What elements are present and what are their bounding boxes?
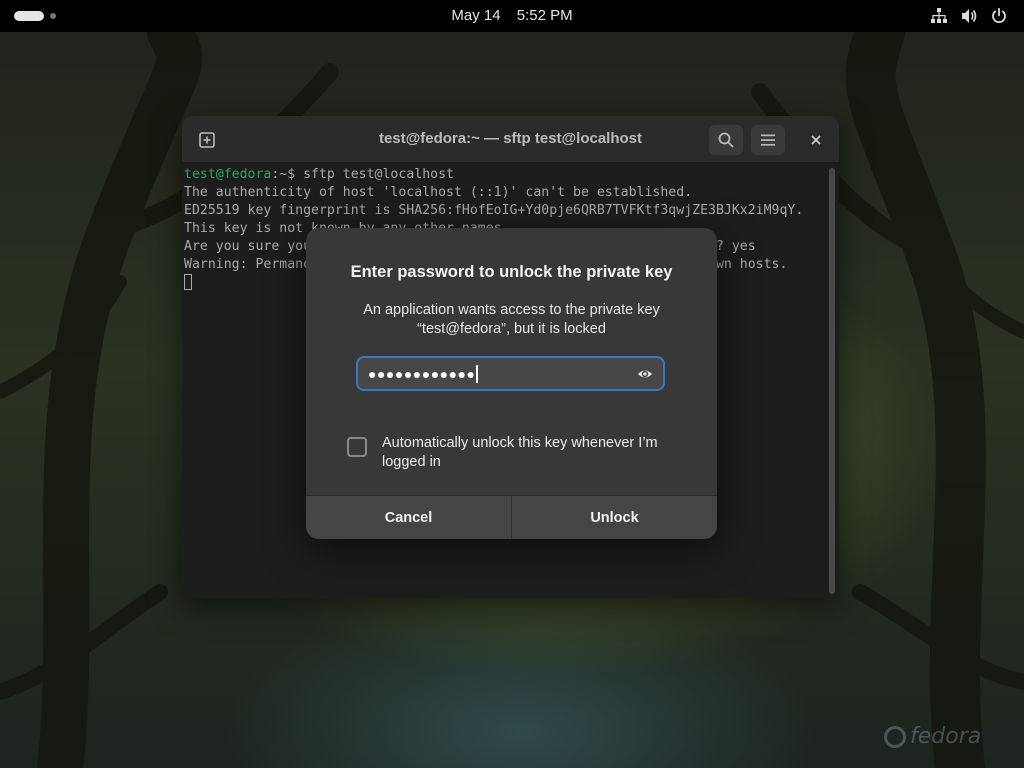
- text-caret: [476, 364, 479, 383]
- dialog-title: Enter password to unlock the private key: [350, 263, 673, 281]
- prompt-user: test@fedora: [184, 167, 272, 182]
- unlock-key-dialog: Enter password to unlock the private key…: [306, 228, 717, 539]
- clock-button[interactable]: May 14 5:52 PM: [0, 7, 1024, 24]
- dialog-message-line: An application wants access to the priva…: [363, 302, 660, 318]
- terminal-scrollbar[interactable]: [829, 168, 835, 594]
- eye-icon: [638, 370, 652, 378]
- hamburger-menu-icon: [761, 134, 775, 146]
- clock-time: 5:52 PM: [516, 7, 573, 24]
- terminal-line: ED25519 key fingerprint is SHA256:fHofEo…: [184, 203, 804, 218]
- top-bar: May 14 5:52 PM: [0, 0, 1024, 32]
- terminal-headerbar[interactable]: test@fedora:~ — sftp test@localhost: [182, 116, 839, 163]
- close-icon: [811, 135, 821, 145]
- terminal-close-button[interactable]: [799, 125, 833, 155]
- show-password-button[interactable]: [637, 366, 653, 387]
- clock-date: May 14: [451, 7, 501, 24]
- power-icon: [990, 7, 1008, 25]
- network-icon: [930, 7, 948, 25]
- auto-unlock-option[interactable]: Automatically unlock this key whenever I…: [347, 434, 672, 472]
- password-value: ●●●●●●●●●●●●: [368, 365, 476, 382]
- auto-unlock-label[interactable]: Automatically unlock this key whenever I…: [382, 434, 672, 472]
- auto-unlock-checkbox[interactable]: [347, 437, 367, 457]
- search-icon: [718, 132, 734, 148]
- dialog-message: An application wants access to the priva…: [336, 301, 687, 339]
- unlock-button[interactable]: Unlock: [511, 496, 717, 539]
- password-field[interactable]: ●●●●●●●●●●●●: [356, 356, 665, 391]
- terminal-cursor: [184, 274, 192, 290]
- prompt-command: :~$ sftp test@localhost: [271, 167, 454, 182]
- terminal-line: The authenticity of host 'localhost (::1…: [184, 185, 693, 200]
- fedora-logo-text: fedora: [910, 724, 982, 749]
- dialog-button-row: Cancel Unlock: [306, 495, 717, 539]
- cancel-button[interactable]: Cancel: [306, 496, 511, 539]
- fedora-watermark: fedora: [884, 724, 981, 749]
- volume-icon: [960, 7, 978, 25]
- terminal-menu-button[interactable]: [751, 125, 785, 155]
- fedora-logo-icon: [884, 725, 906, 748]
- terminal-search-button[interactable]: [709, 125, 743, 155]
- dialog-message-line: “test@fedora”, but it is locked: [417, 321, 606, 337]
- terminal-prompt-line: test@fedora:~$ sftp test@localhost: [184, 166, 839, 184]
- system-tray[interactable]: [930, 7, 1008, 25]
